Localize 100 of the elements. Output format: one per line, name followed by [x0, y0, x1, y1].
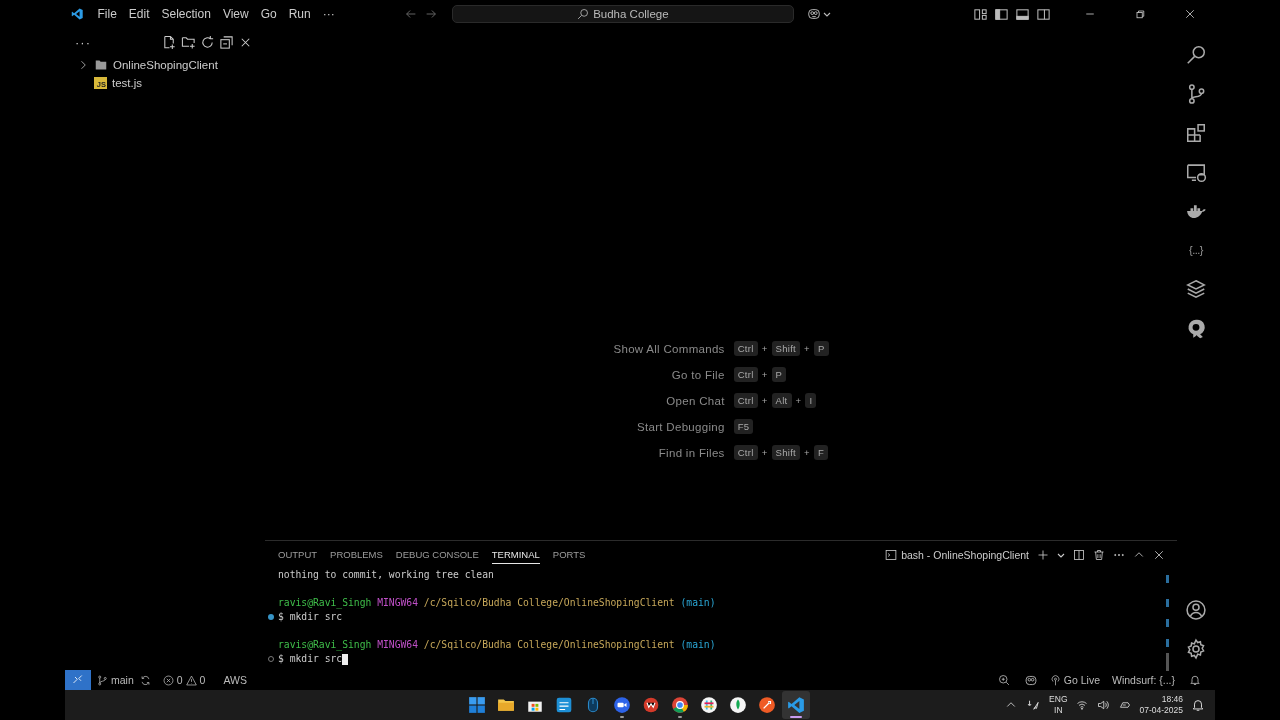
windsurf-status[interactable]: Windsurf: {...}: [1105, 674, 1181, 686]
account-icon[interactable]: [1185, 598, 1207, 621]
terminal-prompt: ravis@Ravi_Singh MINGW64 /c/Sqilco/Budha College/OnlineShopingClient (main): [278, 638, 716, 652]
menu-item[interactable]: Edit: [122, 7, 156, 21]
warning-icon[interactable]: [185, 674, 197, 686]
file-tree-item[interactable]: OnlineShopingClient: [65, 56, 265, 74]
menu-item[interactable]: Go: [254, 7, 283, 21]
refresh-icon[interactable]: [200, 34, 215, 50]
go-live-status[interactable]: Go Live: [1043, 674, 1106, 686]
terminal-command: $ mkdir src: [278, 610, 343, 624]
command-status-icon[interactable]: [268, 614, 274, 620]
error-icon[interactable]: [162, 674, 174, 686]
trash-icon[interactable]: [1093, 548, 1105, 561]
panel-tab[interactable]: PORTS: [552, 545, 586, 564]
keyboard-key: F: [813, 445, 828, 460]
shortcut-label: Open Chat: [665, 394, 725, 407]
input-language[interactable]: ENG IN: [1049, 694, 1068, 716]
shortcut-label: Show All Commands: [613, 342, 725, 355]
shortcut-label: Go to File: [670, 368, 725, 381]
file-name: test.js: [112, 77, 143, 89]
battery-plug-icon[interactable]: [1117, 699, 1132, 711]
menu-item[interactable]: Run: [282, 7, 317, 21]
shortcut-label: Find in Files: [657, 446, 725, 459]
copilot-icon[interactable]: [1023, 673, 1038, 687]
sync-icon[interactable]: [139, 674, 151, 686]
terminal-selector[interactable]: bash - OnlineShopingClient: [885, 548, 1029, 561]
search-icon[interactable]: [1185, 43, 1207, 66]
panel-toggle-icon[interactable]: [1015, 6, 1030, 22]
document-app-icon: [555, 696, 573, 714]
panel-tab[interactable]: TERMINAL: [491, 545, 540, 564]
layout-grid-icon[interactable]: [973, 6, 988, 22]
keyboard-key: Alt: [771, 393, 792, 408]
extensions-icon[interactable]: [1185, 121, 1207, 144]
browser-icon: [671, 696, 689, 714]
close-icon[interactable]: [1153, 548, 1165, 561]
plus-sign: +: [761, 395, 768, 406]
keyboard-key: Ctrl: [733, 393, 758, 408]
plus-sign: +: [761, 369, 768, 380]
hash-icon: [700, 696, 718, 714]
settings-icon[interactable]: [1185, 637, 1207, 660]
windows-start-icon: [468, 696, 486, 714]
copilot-icon[interactable]: [806, 7, 822, 21]
app-logo-icon[interactable]: [71, 6, 84, 22]
search-icon[interactable]: [577, 8, 590, 20]
wifi-icon[interactable]: [1075, 699, 1088, 711]
video-call-icon: [613, 696, 631, 714]
keyboard-key: Shift: [771, 341, 801, 356]
keyboard-key: Shift: [771, 445, 801, 460]
new-folder-icon[interactable]: [181, 34, 196, 50]
rocket-icon: [758, 696, 776, 714]
shortcut-label: Start Debugging: [636, 420, 725, 433]
menu-item[interactable]: Selection: [155, 7, 217, 21]
keyboard-key: P: [771, 367, 787, 382]
folder-icon: [497, 696, 515, 714]
panel-tab[interactable]: OUTPUT: [278, 545, 318, 564]
branch-status[interactable]: main: [91, 674, 140, 686]
command-center-search[interactable]: Budha College: [451, 5, 794, 23]
branch-icon[interactable]: [97, 674, 108, 686]
json-braces-icon[interactable]: {...}: [1189, 243, 1203, 256]
bell-icon[interactable]: [1189, 674, 1201, 686]
layered-stack-icon[interactable]: [1185, 277, 1207, 300]
plus-sign: +: [804, 343, 810, 354]
sidebar-toggle-icon[interactable]: [994, 6, 1009, 22]
clock[interactable]: 18:46 07-04-2025: [1139, 694, 1183, 716]
volume-icon[interactable]: [1095, 699, 1110, 711]
plus-sign: +: [761, 343, 768, 354]
more-actions[interactable]: ···: [75, 34, 158, 50]
menu-item[interactable]: ···: [316, 7, 341, 21]
zoom-icon[interactable]: [997, 674, 1010, 686]
notification-bell-icon[interactable]: [1191, 698, 1205, 712]
keyboard-key: I: [805, 393, 817, 408]
menu-item[interactable]: View: [216, 7, 255, 21]
panel-tab[interactable]: PROBLEMS: [330, 545, 383, 564]
terminal-command: $ mkdir src: [278, 652, 343, 666]
code-editor-taskbar-button[interactable]: [782, 691, 810, 719]
secondary-sidebar-icon[interactable]: [1036, 6, 1051, 22]
split-icon[interactable]: [1073, 548, 1085, 561]
collapse-all-icon[interactable]: [219, 34, 234, 50]
problems-status[interactable]: 0 0: [156, 674, 212, 686]
menu-item[interactable]: File: [91, 7, 123, 21]
new-file-icon[interactable]: [162, 34, 177, 50]
plus-sign: +: [804, 447, 810, 458]
keyboard-key: P: [813, 341, 829, 356]
panel-tab[interactable]: DEBUG CONSOLE: [395, 545, 479, 564]
keyboard-key: F5: [733, 419, 754, 434]
plus-icon[interactable]: [1037, 548, 1049, 561]
broadcast-icon[interactable]: [1049, 674, 1061, 686]
office-icon: [642, 696, 660, 714]
keyboard-key: Ctrl: [733, 445, 758, 460]
status-item[interactable]: AWS: [217, 674, 253, 686]
leaf-icon: [729, 696, 747, 714]
keyboard-key: Ctrl: [733, 367, 758, 382]
remote-icon[interactable]: [72, 674, 84, 686]
terminal-icon[interactable]: [885, 548, 898, 561]
plus-sign: +: [761, 447, 768, 458]
folder-icon[interactable]: [94, 59, 108, 71]
terminal-output: nothing to commit, working tree clean: [278, 568, 494, 582]
caret-icon[interactable]: [823, 10, 831, 18]
location-mic-icon[interactable]: [1025, 699, 1042, 711]
terminal-prompt: ravis@Ravi_Singh MINGW64 /c/Sqilco/Budha College/OnlineShopingClient (main): [278, 596, 716, 610]
